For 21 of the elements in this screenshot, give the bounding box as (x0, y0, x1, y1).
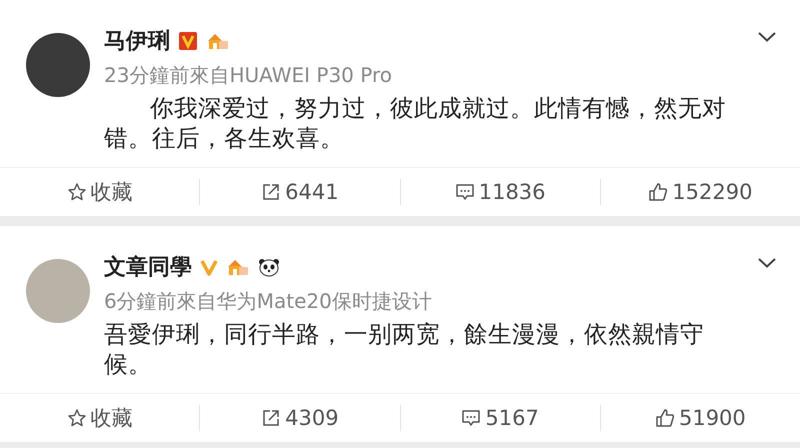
post-time-source: 23分鐘前來自HUAWEI P30 Pro (104, 62, 393, 89)
post-time-source: 6分鐘前來自华为Mate20保时捷设计 (104, 288, 433, 315)
author-name[interactable]: 马伊琍 (104, 26, 170, 56)
verified-badge-icon (178, 31, 198, 51)
comment-icon (454, 182, 475, 202)
thumbs-up-icon (648, 182, 668, 202)
house-badge-icon (206, 31, 230, 51)
chevron-down-icon[interactable] (758, 32, 776, 42)
star-icon (66, 182, 87, 202)
star-icon (66, 408, 87, 428)
comment-icon (461, 408, 482, 428)
post-text: 吾愛伊琍，同行半路，一别两宽，餘生漫漫，依然親情守候。 (104, 319, 705, 379)
verified-badge-icon (200, 258, 218, 276)
post-text: 你我深爱过，努力过，彼此成就过。此情有憾，然无对错。往后，各生欢喜。 (104, 93, 727, 153)
house-badge-icon (226, 257, 250, 277)
share-icon (261, 408, 282, 428)
panda-icon (258, 257, 280, 277)
share-icon (261, 182, 282, 202)
author-name[interactable]: 文章同學 (104, 252, 192, 282)
thumbs-up-icon (654, 408, 675, 428)
chevron-down-icon[interactable] (758, 258, 776, 268)
